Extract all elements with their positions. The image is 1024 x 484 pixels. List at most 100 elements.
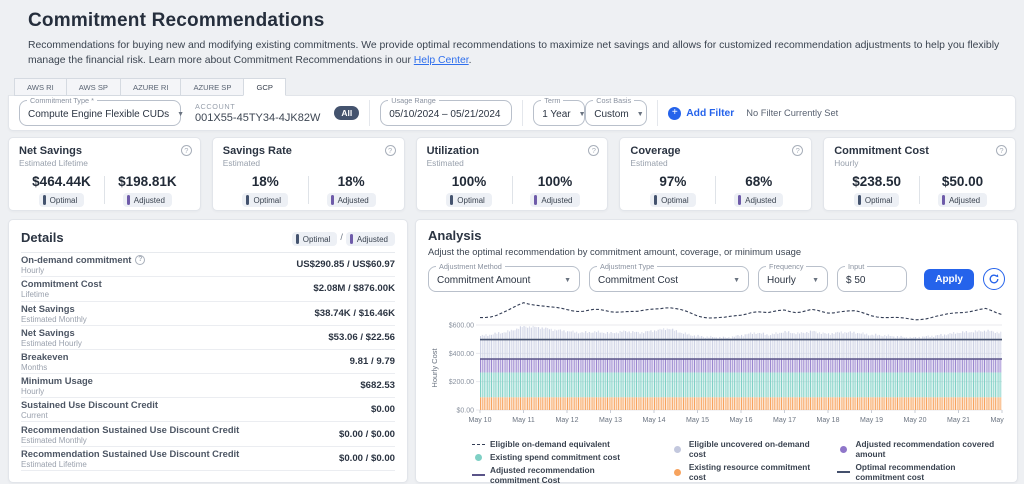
svg-text:May 18: May 18 bbox=[817, 417, 840, 424]
bottom-panels: Details Optimal / Adjusted On-demand com… bbox=[8, 219, 1016, 483]
help-icon[interactable]: ? bbox=[135, 255, 145, 265]
adjusted-badge: Adjusted bbox=[327, 193, 376, 207]
adjustment-type-select[interactable]: Adjustment Type Commitment Cost ▼ bbox=[589, 266, 749, 292]
help-icon[interactable]: ? bbox=[385, 145, 396, 156]
hourly-cost-chart: $0.00$200.00$400.00$600.00Hourly CostMay… bbox=[428, 298, 1005, 431]
usage-range-input[interactable]: Usage Range 05/10/2024 – 05/21/2024 bbox=[380, 100, 512, 126]
tab-azure-ri[interactable]: AZURE RI bbox=[120, 78, 180, 96]
chart-legend: Eligible on-demand equivalentExisting sp… bbox=[428, 439, 1005, 484]
tab-aws-sp[interactable]: AWS SP bbox=[66, 78, 120, 96]
svg-text:May 22: May 22 bbox=[991, 417, 1005, 424]
account-all-badge[interactable]: All bbox=[334, 106, 359, 120]
chevron-down-icon: ▼ bbox=[556, 277, 571, 284]
metric-title: Savings Rate bbox=[223, 145, 394, 157]
tab-aws-ri[interactable]: AWS RI bbox=[14, 78, 66, 96]
tab-azure-sp[interactable]: AZURE SP bbox=[180, 78, 243, 96]
metric-adjusted-value: 100% bbox=[513, 174, 598, 189]
legend-label: Eligible uncovered on-demand cost bbox=[689, 439, 812, 459]
help-icon[interactable]: ? bbox=[181, 145, 192, 156]
row-label-group: Recommendation Sustained Use Discount Cr… bbox=[21, 424, 239, 445]
row-label-group: Recommendation Sustained Use Discount Cr… bbox=[21, 448, 239, 469]
help-center-link[interactable]: Help Center bbox=[414, 55, 469, 66]
metric-title: Commitment Cost bbox=[834, 145, 1005, 157]
table-row: On-demand commitment?HourlyUS$290.85 / U… bbox=[21, 253, 395, 277]
row-sublabel: Estimated Hourly bbox=[21, 339, 82, 348]
dot-marker-icon bbox=[674, 446, 681, 453]
svg-text:May 17: May 17 bbox=[773, 417, 796, 424]
term-select[interactable]: Term 1 Year ▼ bbox=[533, 100, 585, 126]
line-marker-icon bbox=[837, 471, 850, 473]
row-label-text: Net Savings bbox=[21, 303, 75, 314]
metric-optimal: $238.50Optimal bbox=[834, 174, 919, 210]
chevron-down-icon: ▼ bbox=[571, 111, 586, 118]
optimal-badge-label: Optimal bbox=[661, 196, 689, 205]
metric-card-utilization: UtilizationEstimated?100%Optimal100%Adju… bbox=[416, 137, 609, 211]
row-label-text: Breakeven bbox=[21, 351, 68, 362]
help-icon[interactable]: ? bbox=[996, 145, 1007, 156]
optimal-badge-bar bbox=[654, 195, 657, 205]
legend-label: Existing resource commitment cost bbox=[689, 462, 812, 482]
commitment-type-select[interactable]: Commitment Type * Compute Engine Flexibl… bbox=[19, 100, 181, 126]
adjusted-badge-bar bbox=[331, 195, 334, 205]
legend-item: Eligible uncovered on-demand cost bbox=[671, 439, 812, 459]
row-label: Net Savings bbox=[21, 303, 87, 314]
tab-gcp[interactable]: GCP bbox=[243, 78, 285, 96]
row-value: $0.00 / $0.00 bbox=[339, 429, 395, 440]
legend-col: Eligible on-demand equivalentExisting sp… bbox=[472, 439, 645, 484]
analysis-chart: $0.00$200.00$400.00$600.00Hourly CostMay… bbox=[428, 298, 1005, 484]
page-header: Commitment Recommendations Recommendatio… bbox=[28, 10, 1016, 68]
adjusted-badge-label: Adjusted bbox=[949, 196, 980, 205]
optimal-badge-bar bbox=[43, 195, 46, 205]
optimal-badge: Optimal bbox=[854, 193, 900, 207]
metric-subtitle: Hourly bbox=[834, 158, 1005, 168]
table-row: Recommendation Sustained Use Discount Cr… bbox=[21, 447, 395, 471]
account-field: ACCOUNT 001X55-45TY34-4JK82W All bbox=[195, 102, 359, 124]
row-label: On-demand commitment? bbox=[21, 254, 145, 265]
divider bbox=[522, 100, 523, 126]
adjustment-method-select[interactable]: Adjustment Method Commitment Amount ▼ bbox=[428, 266, 580, 292]
metric-card-net-savings: Net SavingsEstimated Lifetime?$464.44KOp… bbox=[8, 137, 201, 211]
optimal-badge-label: Optimal bbox=[50, 196, 78, 205]
frequency-select[interactable]: Frequency Hourly ▼ bbox=[758, 266, 828, 292]
filter-bar: Commitment Type * Compute Engine Flexibl… bbox=[8, 95, 1016, 131]
legend-label: Adjusted recommendation covered amount bbox=[855, 439, 1005, 459]
chevron-down-icon: ▼ bbox=[804, 277, 819, 284]
row-sublabel: Estimated Lifetime bbox=[21, 460, 239, 469]
refresh-button[interactable] bbox=[983, 268, 1005, 290]
metric-title: Utilization bbox=[427, 145, 598, 157]
optimal-badge: Optimal bbox=[650, 193, 696, 207]
cost-basis-select[interactable]: Cost Basis Custom ▼ bbox=[585, 100, 647, 126]
apply-button[interactable]: Apply bbox=[924, 269, 974, 290]
details-header: Details Optimal / Adjusted bbox=[21, 228, 395, 253]
dot-marker-icon bbox=[674, 469, 681, 476]
svg-text:May 16: May 16 bbox=[730, 417, 753, 424]
legend-label: Existing spend commitment cost bbox=[490, 452, 620, 462]
optimal-badge: Optimal bbox=[446, 193, 492, 207]
add-filter-button[interactable]: + Add Filter bbox=[668, 107, 734, 120]
metric-values: 97%Optimal68%Adjusted bbox=[630, 174, 801, 210]
row-label-text: On-demand commitment bbox=[21, 254, 131, 265]
adjusted-badge-bar bbox=[127, 195, 130, 205]
svg-text:$0.00: $0.00 bbox=[456, 408, 474, 415]
svg-text:May 13: May 13 bbox=[599, 417, 622, 424]
table-row: BreakevenMonths9.81 / 9.79 bbox=[21, 350, 395, 374]
legend-item: Existing spend commitment cost bbox=[472, 452, 645, 462]
input-field[interactable]: Input $ 50 bbox=[837, 266, 907, 292]
row-label-group: BreakevenMonths bbox=[21, 351, 68, 372]
optimal-badge-bar bbox=[450, 195, 453, 205]
row-sublabel: Estimated Monthly bbox=[21, 315, 87, 324]
metric-subtitle: Estimated bbox=[630, 158, 801, 168]
metric-adjusted-value: 18% bbox=[309, 174, 394, 189]
row-label-text: Minimum Usage bbox=[21, 375, 93, 386]
row-value: $38.74K / $16.46K bbox=[314, 308, 395, 319]
row-label-text: Recommendation Sustained Use Discount Cr… bbox=[21, 424, 239, 435]
help-icon[interactable]: ? bbox=[588, 145, 599, 156]
optimal-badge: Optimal bbox=[292, 232, 338, 246]
page: Commitment Recommendations Recommendatio… bbox=[0, 0, 1024, 483]
metric-values: 100%Optimal100%Adjusted bbox=[427, 174, 598, 210]
help-icon[interactable]: ? bbox=[792, 145, 803, 156]
row-label-group: Net SavingsEstimated Hourly bbox=[21, 327, 82, 348]
row-label-group: Minimum UsageHourly bbox=[21, 375, 93, 396]
metric-adjusted: $198.81KAdjusted bbox=[105, 174, 190, 210]
optimal-badge-bar bbox=[858, 195, 861, 205]
